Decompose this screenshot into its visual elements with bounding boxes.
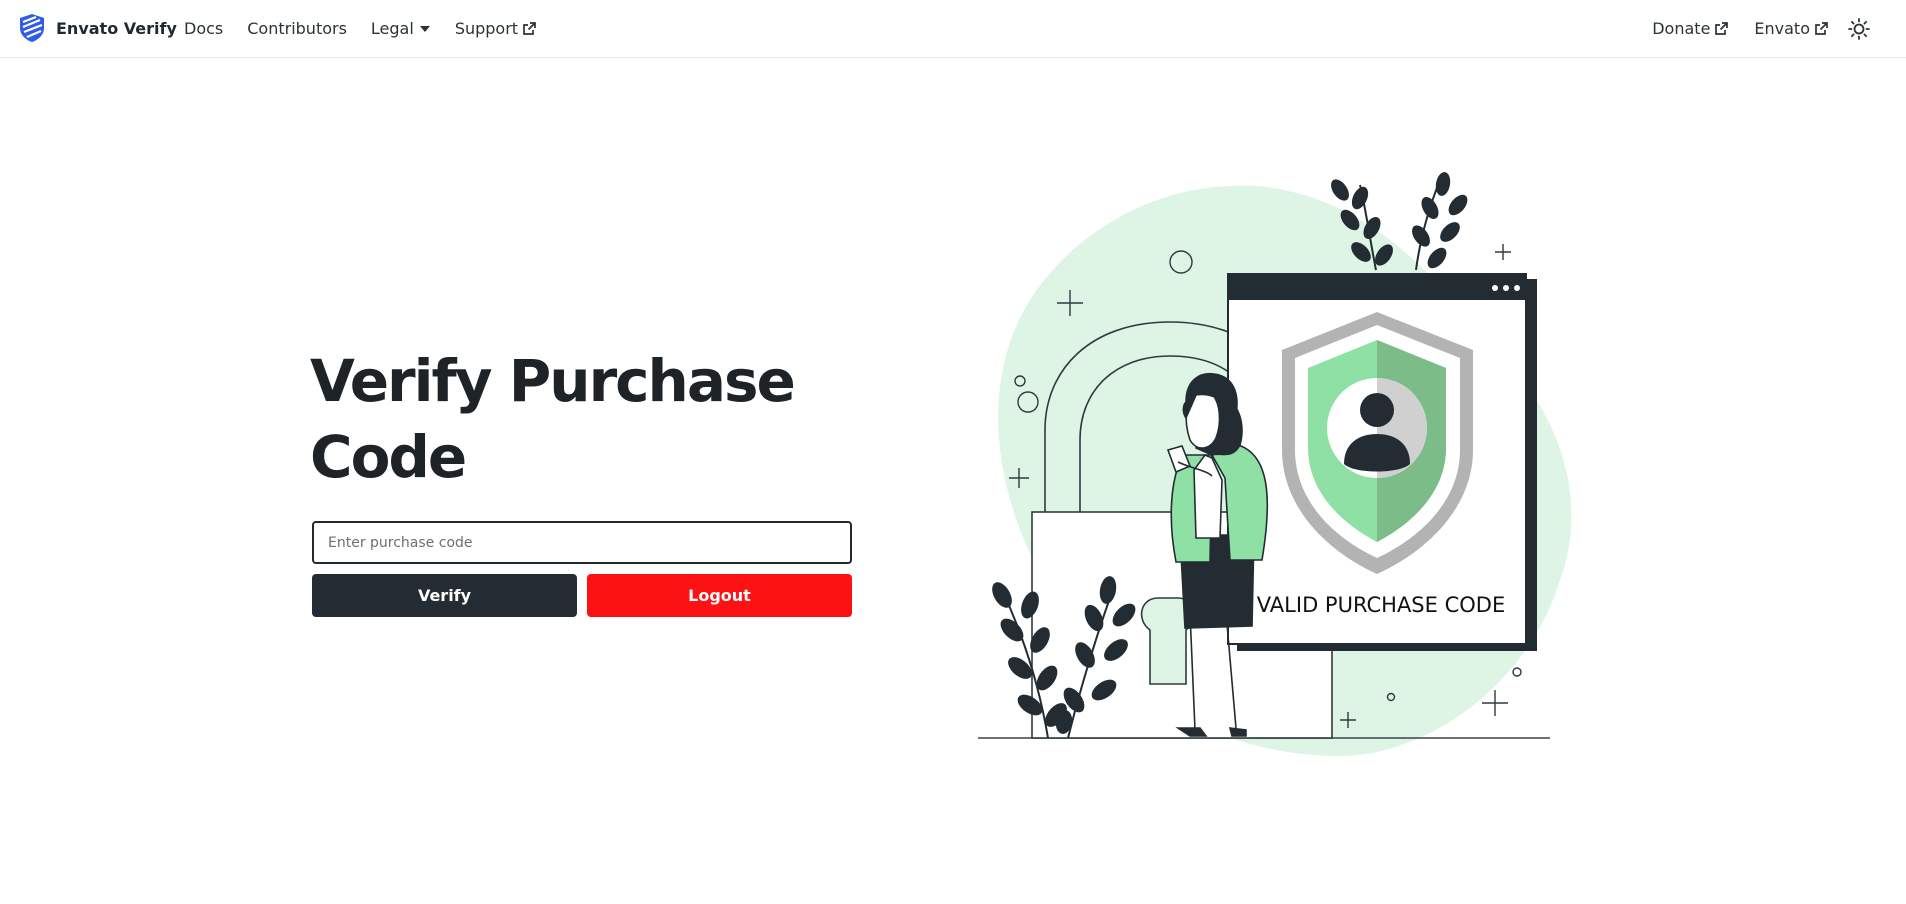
logout-button[interactable]: Logout: [587, 574, 852, 617]
nav-envato[interactable]: Envato: [1754, 19, 1828, 38]
caret-down-icon: [419, 25, 430, 32]
verify-button[interactable]: Verify: [312, 574, 577, 617]
external-link-icon: [523, 22, 536, 35]
nav-support[interactable]: Support: [455, 19, 536, 38]
nav-donate-label: Donate: [1652, 19, 1711, 38]
nav-right: Donate Envato: [1626, 0, 1870, 57]
external-link-icon: [1715, 22, 1729, 35]
sun-icon: [1848, 17, 1870, 40]
nav-envato-label: Envato: [1754, 19, 1810, 38]
brand-link[interactable]: Envato Verify: [18, 13, 177, 43]
nav-contributors-label: Contributors: [247, 19, 347, 38]
page-title: Verify Purchase Code: [310, 347, 796, 491]
nav-contributors[interactable]: Contributors: [247, 19, 347, 38]
purchase-code-input[interactable]: [312, 521, 852, 564]
brand-name: Envato Verify: [56, 18, 177, 38]
valid-purchase-code-caption: VALID PURCHASE CODE: [1257, 593, 1505, 617]
nav-left: Docs Contributors Legal Support: [184, 0, 560, 57]
nav-legal-dropdown[interactable]: Legal: [371, 19, 431, 38]
nav-legal-label: Legal: [370, 19, 414, 38]
navbar: Envato Verify Docs Contributors Legal Su…: [0, 0, 1906, 58]
nav-docs-label: Docs: [184, 19, 224, 38]
nav-support-label: Support: [454, 19, 519, 38]
theme-toggle-button[interactable]: [1848, 17, 1870, 40]
external-link-icon: [1815, 22, 1828, 35]
shield-logo-icon: [20, 14, 44, 42]
verified-shield-illustration: VALID PURCHASE CODE: [978, 172, 1572, 757]
nav-docs[interactable]: Docs: [184, 19, 223, 38]
nav-donate[interactable]: Donate: [1652, 19, 1729, 38]
